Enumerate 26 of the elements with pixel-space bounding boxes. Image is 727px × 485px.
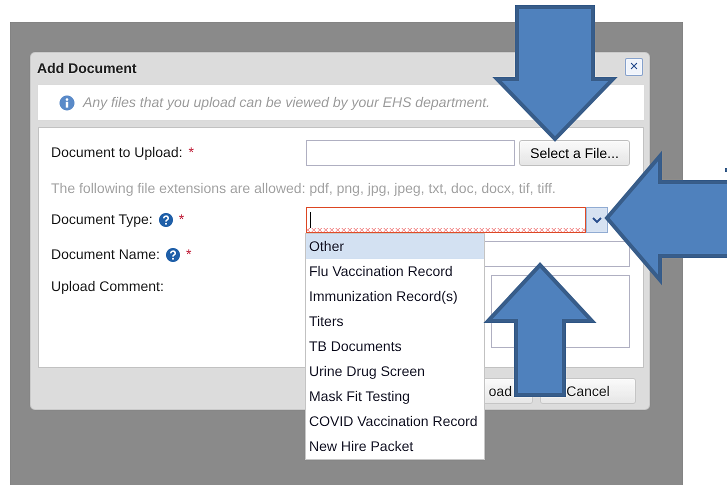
dropdown-toggle[interactable] <box>586 207 608 233</box>
field-label: Document Name: <box>51 245 160 264</box>
help-icon[interactable] <box>166 248 180 262</box>
required-mark: * <box>188 143 194 162</box>
chevron-down-icon <box>592 216 602 224</box>
dropdown-option[interactable]: New Hire Packet <box>306 434 484 459</box>
dropdown-option[interactable]: COVID Vaccination Record <box>306 409 484 434</box>
dropdown-option[interactable]: Other <box>306 234 484 259</box>
select-file-button[interactable]: Select a File... <box>519 140 630 166</box>
dropdown-option[interactable]: TB Documents <box>306 334 484 359</box>
dropdown-option[interactable]: Immunization Record(s) <box>306 284 484 309</box>
allowed-extensions-note: The following file extensions are allowed: pdf, png, jpg, jpeg, txt, doc, docx, tif, tiff. <box>51 179 556 198</box>
help-icon[interactable] <box>158 212 173 226</box>
file-path-field[interactable] <box>306 140 515 166</box>
dropdown-option[interactable]: Titers <box>306 309 484 334</box>
field-label: Document to Upload: <box>51 143 183 162</box>
info-icon <box>59 94 75 110</box>
dropdown-option[interactable]: Flu Vaccination Record <box>306 259 484 284</box>
info-message: Any files that you upload can be viewed by your EHS department. <box>83 93 490 112</box>
field-label: Upload Comment: <box>51 277 164 296</box>
document-type-field[interactable] <box>306 207 586 233</box>
required-mark: * <box>178 210 184 229</box>
field-label: Document Type: <box>51 210 153 229</box>
required-mark: * <box>186 245 192 264</box>
close-button[interactable]: × <box>625 58 643 76</box>
dialog-title: Add Document <box>37 59 137 78</box>
